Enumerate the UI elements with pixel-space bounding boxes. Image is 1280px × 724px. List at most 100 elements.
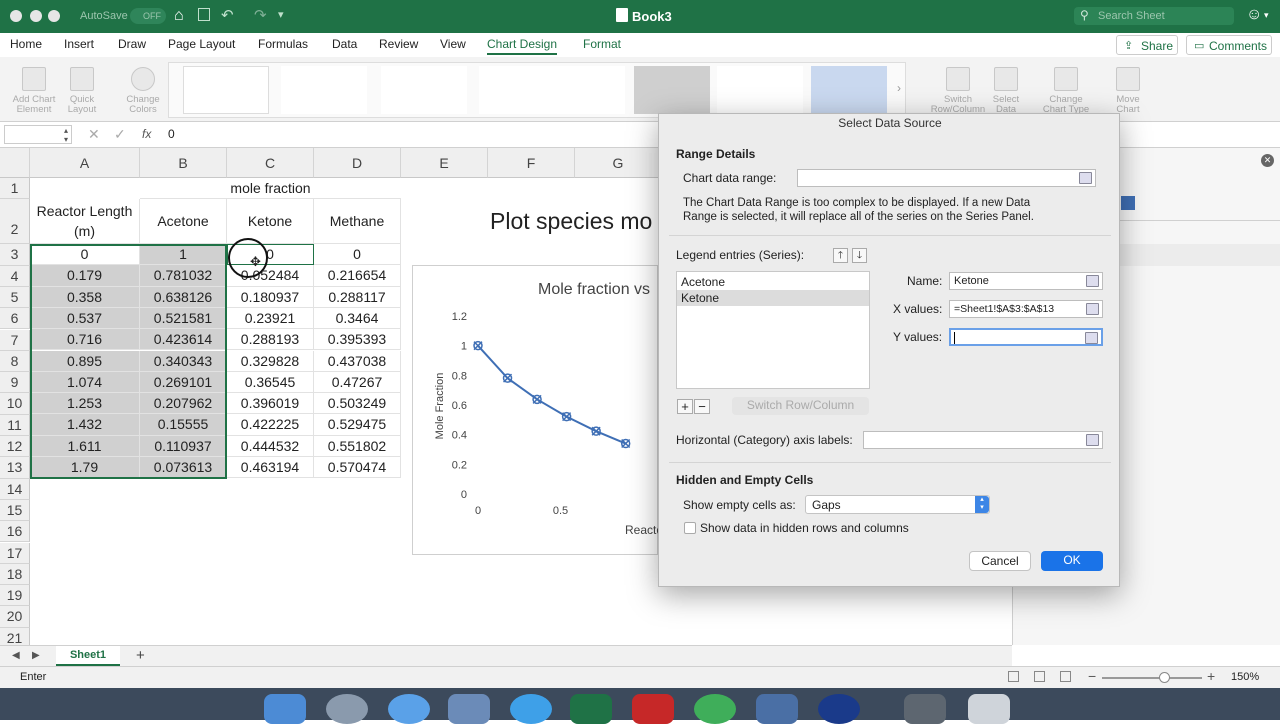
cell-b5[interactable]: 0.638126: [140, 286, 227, 308]
cell-d3[interactable]: 0: [314, 244, 401, 266]
cell-a4[interactable]: 0.179: [30, 265, 140, 287]
series-item-acetone[interactable]: Acetone: [677, 274, 869, 290]
row-header-21[interactable]: 21: [0, 627, 30, 645]
chart-style-7[interactable]: [717, 66, 803, 114]
column-header-f[interactable]: F: [488, 148, 575, 178]
axis-labels-picker-icon[interactable]: [1086, 434, 1099, 446]
chart-style-5[interactable]: [539, 66, 625, 114]
cell-b13[interactable]: 0.073613: [140, 457, 227, 479]
series-item-ketone[interactable]: Ketone: [677, 290, 869, 306]
row-header-13[interactable]: 13: [0, 457, 30, 479]
cancel-entry-icon[interactable]: ✕: [88, 126, 100, 143]
cell-d9[interactable]: 0.47267: [314, 371, 401, 394]
minimize-window-icon[interactable]: [30, 10, 42, 22]
cell-b7[interactable]: 0.423614: [140, 329, 227, 351]
cell-a11[interactable]: 1.432: [30, 414, 140, 436]
select-data-button[interactable]: Select Data: [988, 67, 1024, 115]
column-header-d[interactable]: D: [314, 148, 401, 178]
redo-icon[interactable]: ↷: [254, 6, 267, 24]
close-window-icon[interactable]: [10, 10, 22, 22]
chart-style-8[interactable]: [811, 66, 887, 114]
chart-style-6[interactable]: [634, 66, 710, 114]
zoom-window-icon[interactable]: [48, 10, 60, 22]
chart-style-1[interactable]: [183, 66, 269, 114]
search-box[interactable]: ⚲ Search Sheet: [1074, 7, 1234, 25]
cell-b12[interactable]: 0.110937: [140, 435, 227, 457]
methane-header[interactable]: Methane: [314, 199, 401, 244]
row-header-12[interactable]: 12: [0, 436, 30, 458]
column-header-b[interactable]: B: [140, 148, 227, 178]
cell-d6[interactable]: 0.3464: [314, 307, 401, 330]
confirm-entry-icon[interactable]: ✓: [114, 126, 126, 143]
name-box[interactable]: ▴ ▾: [4, 125, 72, 144]
row-header-11[interactable]: 11: [0, 414, 30, 436]
chart-style-3[interactable]: [381, 66, 467, 114]
cell-b6[interactable]: 0.521581: [140, 307, 227, 330]
show-hidden-checkbox[interactable]: [684, 522, 696, 534]
change-chart-type-button[interactable]: Change Chart Type: [1040, 67, 1092, 115]
cell-b9[interactable]: 0.269101: [140, 371, 227, 394]
column-header-e[interactable]: E: [401, 148, 488, 178]
normal-view-icon[interactable]: [1008, 671, 1019, 682]
cell-d12[interactable]: 0.551802: [314, 435, 401, 457]
row-header-14[interactable]: 14: [0, 478, 30, 500]
row-header-8[interactable]: 8: [0, 350, 30, 373]
series-name-input[interactable]: Ketone: [949, 272, 1103, 290]
x-values-picker-icon[interactable]: [1086, 303, 1099, 315]
cell-a7[interactable]: 0.716: [30, 329, 140, 351]
zoom-level[interactable]: 150%: [1231, 671, 1259, 683]
account-icon[interactable]: ☺: [1246, 6, 1262, 24]
select-all-corner[interactable]: [0, 148, 30, 178]
row-header-3[interactable]: 3: [0, 244, 30, 266]
sheet-tab-sheet1[interactable]: Sheet1: [56, 646, 120, 666]
add-chart-element-button[interactable]: Add Chart Element: [6, 67, 62, 115]
row-header-16[interactable]: 16: [0, 521, 30, 543]
comments-button[interactable]: ▭ Comments: [1186, 35, 1272, 55]
prev-sheet-icon[interactable]: ◀: [12, 650, 20, 661]
add-sheet-icon[interactable]: +: [136, 647, 145, 664]
tab-page-layout[interactable]: Page Layout: [168, 37, 235, 51]
reactor-length-header[interactable]: Reactor Length (m): [30, 199, 140, 244]
tab-data[interactable]: Data: [332, 37, 357, 51]
account-chevron-icon[interactable]: ▾: [1264, 10, 1269, 21]
page-layout-view-icon[interactable]: [1034, 671, 1045, 682]
mole-fraction-header[interactable]: mole fraction: [140, 178, 401, 199]
close-pane-icon[interactable]: ✕: [1261, 154, 1274, 167]
cell-c11[interactable]: 0.422225: [227, 414, 314, 436]
column-header-a[interactable]: A: [30, 148, 140, 178]
tab-view[interactable]: View: [440, 37, 466, 51]
name-picker-icon[interactable]: [1086, 275, 1099, 287]
change-colors-button[interactable]: Change Colors: [118, 67, 168, 115]
chart-options-icon[interactable]: [1121, 196, 1135, 210]
next-sheet-icon[interactable]: ▶: [32, 650, 40, 661]
switch-row-column-dialog-button[interactable]: Switch Row/Column: [732, 397, 869, 415]
tab-insert[interactable]: Insert: [64, 37, 94, 51]
autosave-toggle[interactable]: OFF: [130, 8, 166, 24]
cell-c5[interactable]: 0.180937: [227, 286, 314, 308]
cell-b10[interactable]: 0.207962: [140, 393, 227, 415]
cell-a13[interactable]: 1.79: [30, 457, 140, 479]
cell-d11[interactable]: 0.529475: [314, 414, 401, 436]
insert-function-icon[interactable]: fx: [142, 127, 151, 141]
cell-a6[interactable]: 0.537: [30, 307, 140, 330]
cell-a5[interactable]: 0.358: [30, 286, 140, 308]
cell-a3[interactable]: 0: [30, 244, 140, 266]
chart-styles-gallery[interactable]: ›: [168, 62, 906, 118]
ok-button[interactable]: OK: [1041, 551, 1103, 571]
name-box-stepper-icon[interactable]: ▴ ▾: [64, 126, 68, 144]
horizontal-axis-labels-input[interactable]: [863, 431, 1103, 449]
show-empty-cells-select[interactable]: Gaps ▴ ▾: [805, 495, 990, 514]
tab-home[interactable]: Home: [10, 37, 42, 51]
column-header-c[interactable]: C: [227, 148, 314, 178]
quick-layout-button[interactable]: Quick Layout: [62, 67, 102, 115]
chart-area[interactable]: Mole fraction vs Mole Fraction Reacto 0 0.2 0…: [412, 265, 663, 555]
cell-c10[interactable]: 0.396019: [227, 393, 314, 415]
cell-c9[interactable]: 0.36545: [227, 371, 314, 394]
gallery-next-icon[interactable]: ›: [897, 81, 901, 95]
x-values-input[interactable]: =Sheet1!$A$3:$A$13: [949, 300, 1103, 318]
add-series-button[interactable]: +: [677, 399, 693, 414]
cell-a9[interactable]: 1.074: [30, 371, 140, 394]
move-down-icon[interactable]: 🡓: [852, 248, 867, 263]
formula-input[interactable]: 0: [168, 127, 175, 141]
cell-b3[interactable]: 1: [140, 244, 227, 266]
